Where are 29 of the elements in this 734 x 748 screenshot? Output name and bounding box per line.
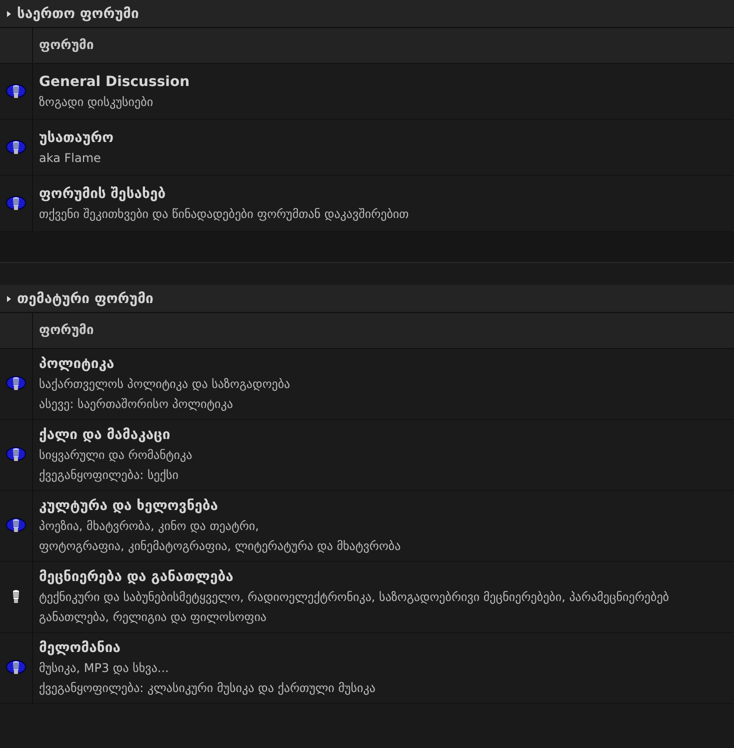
forum-title-link[interactable]: მეცნიერება და განათლება [39,567,734,587]
forum-title-link[interactable]: ფორუმის შესახებ [39,184,734,204]
forum-title-link[interactable]: General Discussion [39,72,734,92]
forum-description: aka Flame [39,150,102,166]
forum-description: განათლება, რელიგია და ფილოსოფია [39,609,268,626]
category-header[interactable]: საერთო ფორუმი [0,0,734,28]
forum-description: ქვეგანყოფილება: კლასიკური მუსიკა და ქართული მუსიკა [39,680,376,697]
forum-description: სიყვარული და რომანტიკა [39,447,194,464]
column-label: ფორუმი [39,323,95,338]
forum-title-link[interactable]: ქალი და მამაკაცი [39,425,734,445]
category-title[interactable]: თემატური ფორუმი [17,290,154,306]
forum-description: თქვენი შეკითხვები და წინადადებები ფორუმთან დაკავშირებით [39,206,410,223]
column-label: ფორუმი [39,38,95,53]
forum-description: ზოგადი დისკუსიები [39,94,154,111]
forum-title-link[interactable]: კულტურა და ხელოვნება [39,496,734,516]
forum-description: პოეზია, მხატვრობა, კინო და თეატრი, [39,518,260,535]
category-title[interactable]: საერთო ფორუმი [17,6,139,22]
category-header[interactable]: თემატური ფორუმი [0,285,734,313]
forum-description: საქართველოს პოლიტიკა და საზოგადოება [39,376,292,393]
forum-description: ასევე: საერთაშორისო პოლიტიკა [39,396,234,413]
forum-description: ფოტოგრაფია, კინემატოგრაფია, ლიტერატურა და მხატვრობა [39,538,402,555]
forum-description: მუსიკა, MP3 და სხვა... [39,660,170,677]
forum-title-link[interactable]: უსათაურო [39,128,734,148]
expand-icon[interactable] [7,296,11,302]
forum-title-link[interactable]: მელომანია [39,638,734,658]
forum-description: ტექნიკური და საბუნებისმეტყველო, რადიოელექტრონიკა, საზოგადოებრივი მეცნიერებები, პარამეცნიერებებ [39,589,670,606]
forum-description: ქვეგანყოფილება: სექსი [39,467,180,484]
expand-icon[interactable] [7,10,11,16]
forum-title-link[interactable]: პოლიტიკა [39,354,734,374]
